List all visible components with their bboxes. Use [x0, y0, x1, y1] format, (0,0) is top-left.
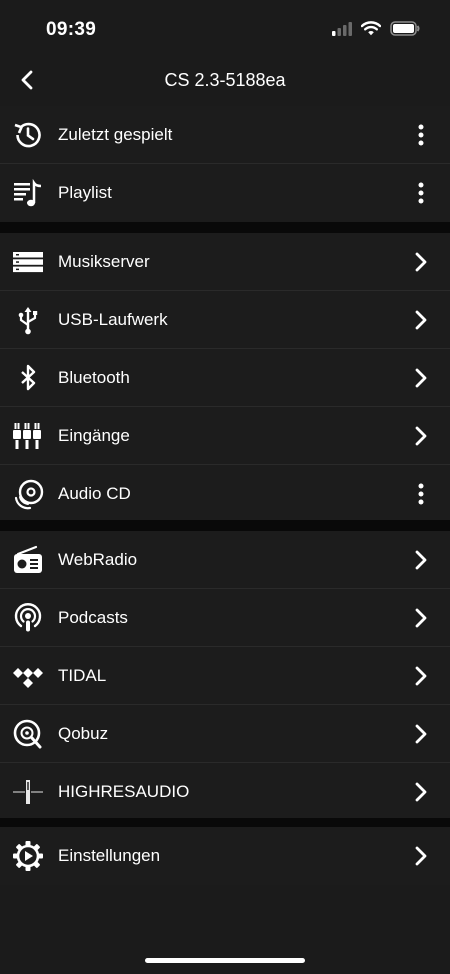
menu-item-label: WebRadio: [58, 550, 138, 569]
usb-icon: [12, 304, 44, 336]
qobuz-icon: [12, 718, 44, 750]
menu-item-label: Einstellungen: [58, 846, 161, 865]
status-time: 09:39: [46, 19, 97, 40]
section-streaming: WebRadio Podcasts TIDAL Qobuz HIGHRESAUD…: [0, 531, 450, 821]
chevron-right-icon: [415, 608, 427, 628]
open-chevron: [408, 364, 434, 392]
tidal-icon: [12, 660, 44, 692]
inputs-icon: [12, 420, 44, 452]
menu-item-label: Musikserver: [58, 252, 150, 271]
status-icons: [332, 21, 420, 36]
menu-item-einstellungen[interactable]: Einstellungen: [0, 827, 450, 885]
settings-gear-icon: [12, 840, 44, 872]
radio-icon: [12, 544, 44, 576]
more-vertical-icon: [418, 182, 424, 204]
chevron-right-icon: [415, 846, 427, 866]
status-bar: 09:39: [0, 0, 450, 60]
chevron-right-icon: [415, 782, 427, 802]
chevron-right-icon: [415, 310, 427, 330]
chevron-right-icon: [415, 550, 427, 570]
menu-item-audio-cd[interactable]: Audio CD: [0, 465, 450, 523]
menu-item-tidal[interactable]: TIDAL: [0, 647, 450, 705]
menu-item-zuletzt-gespielt[interactable]: Zuletzt gespielt: [0, 106, 450, 164]
chevron-right-icon: [415, 666, 427, 686]
menu-item-usb-laufwerk[interactable]: USB-Laufwerk: [0, 291, 450, 349]
menu-item-eingaenge[interactable]: Eingänge: [0, 407, 450, 465]
menu-item-podcasts[interactable]: Podcasts: [0, 589, 450, 647]
chevron-right-icon: [415, 724, 427, 744]
open-chevron: [408, 842, 434, 870]
menu-item-label: Audio CD: [58, 484, 131, 503]
chevron-right-icon: [415, 368, 427, 388]
more-options-button[interactable]: [408, 480, 434, 508]
menu-item-qobuz[interactable]: Qobuz: [0, 705, 450, 763]
menu-item-label: HIGHRESAUDIO: [58, 782, 190, 801]
page-title: CS 2.3-5188ea: [164, 70, 286, 90]
menu-item-label: Podcasts: [58, 608, 128, 627]
cellular-signal-icon: [332, 21, 352, 36]
menu-item-label: Zuletzt gespielt: [58, 125, 173, 144]
open-chevron: [408, 546, 434, 574]
section-sources: Musikserver USB-Laufwerk Bluetooth Eingä…: [0, 233, 450, 523]
menu-item-label: Qobuz: [58, 724, 109, 743]
wifi-icon: [361, 21, 381, 36]
menu-item-label: TIDAL: [58, 666, 107, 685]
section-history: Zuletzt gespielt Playlist: [0, 106, 450, 222]
open-chevron: [408, 778, 434, 806]
menu-item-webradio[interactable]: WebRadio: [0, 531, 450, 589]
more-options-button[interactable]: [408, 121, 434, 149]
highresaudio-icon: [12, 776, 44, 808]
menu-item-label: Bluetooth: [58, 368, 130, 387]
server-icon: [12, 246, 44, 278]
more-options-button[interactable]: [408, 179, 434, 207]
podcast-icon: [12, 602, 44, 634]
open-chevron: [408, 306, 434, 334]
open-chevron: [408, 662, 434, 690]
open-chevron: [408, 422, 434, 450]
playlist-icon: [12, 177, 44, 209]
chevron-right-icon: [415, 252, 427, 272]
navigation-bar: CS 2.3-5188ea: [0, 56, 450, 106]
section-separator: [0, 222, 450, 233]
bluetooth-icon: [12, 362, 44, 394]
menu-item-playlist[interactable]: Playlist: [0, 164, 450, 222]
cd-icon: [12, 478, 44, 510]
more-vertical-icon: [418, 483, 424, 505]
menu-item-label: Eingänge: [58, 426, 130, 445]
menu-item-label: USB-Laufwerk: [58, 310, 168, 329]
open-chevron: [408, 720, 434, 748]
menu-item-bluetooth[interactable]: Bluetooth: [0, 349, 450, 407]
section-separator: [0, 520, 450, 531]
menu-item-musikserver[interactable]: Musikserver: [0, 233, 450, 291]
open-chevron: [408, 604, 434, 632]
open-chevron: [408, 248, 434, 276]
home-indicator[interactable]: [145, 958, 305, 963]
more-vertical-icon: [418, 124, 424, 146]
menu-item-highresaudio[interactable]: HIGHRESAUDIO: [0, 763, 450, 821]
history-icon: [12, 119, 44, 151]
menu-item-label: Playlist: [58, 183, 112, 202]
battery-icon: [390, 21, 420, 36]
chevron-right-icon: [415, 426, 427, 446]
section-settings: Einstellungen: [0, 827, 450, 885]
